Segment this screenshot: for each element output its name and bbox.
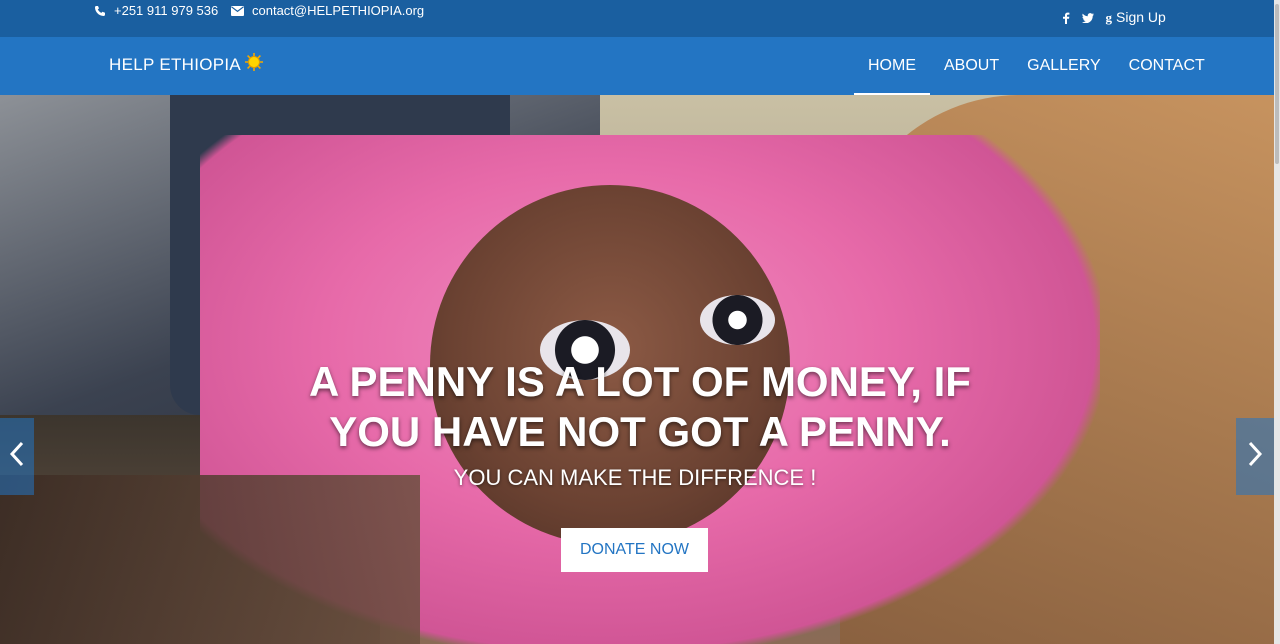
page-scrollbar[interactable] — [1274, 0, 1280, 644]
phone-contact: +251 911 979 536 — [94, 3, 218, 18]
hero-slider: A PENNY IS A LOT OF MONEY, IF YOU HAVE N… — [0, 95, 1278, 644]
email-contact[interactable]: contact@HELPETHIOPIA.org — [231, 3, 424, 18]
google-plus-icon[interactable]: g — [1106, 10, 1113, 26]
social-links: g — [1062, 10, 1113, 26]
mail-icon — [231, 5, 244, 16]
brand-logo[interactable]: HELP ETHIOPIA — [109, 52, 264, 77]
donate-now-button[interactable]: DONATE NOW — [561, 528, 708, 572]
chevron-left-icon — [8, 440, 26, 473]
sign-up-link[interactable]: Sign Up — [1116, 9, 1166, 25]
facebook-icon[interactable] — [1062, 12, 1070, 24]
main-navbar: HELP ETHIOPIA HOME ABOUT GALLERY CONTACT — [0, 37, 1280, 95]
hero-headline: A PENNY IS A LOT OF MONEY, IF YOU HAVE N… — [309, 358, 971, 455]
scrollbar-thumb[interactable] — [1275, 4, 1279, 164]
email-address[interactable]: contact@HELPETHIOPIA.org — [252, 3, 424, 18]
chevron-right-icon — [1246, 440, 1264, 473]
main-nav: HOME ABOUT GALLERY CONTACT — [854, 37, 1219, 95]
brand-name[interactable]: HELP ETHIOPIA — [109, 55, 241, 75]
sun-icon — [244, 52, 264, 77]
hero-subline: YOU CAN MAKE THE DIFFRENCE ! — [453, 465, 817, 490]
phone-number: +251 911 979 536 — [114, 3, 219, 18]
top-contact-bar: +251 911 979 536 contact@HELPETHIOPIA.or… — [0, 0, 1280, 37]
nav-contact[interactable]: CONTACT — [1115, 37, 1219, 95]
slider-prev-button[interactable] — [0, 418, 34, 495]
nav-gallery[interactable]: GALLERY — [1013, 37, 1115, 95]
nav-home[interactable]: HOME — [854, 37, 930, 95]
nav-about[interactable]: ABOUT — [930, 37, 1013, 95]
twitter-icon[interactable] — [1081, 13, 1094, 23]
slider-next-button[interactable] — [1236, 418, 1274, 495]
phone-icon — [94, 5, 106, 17]
